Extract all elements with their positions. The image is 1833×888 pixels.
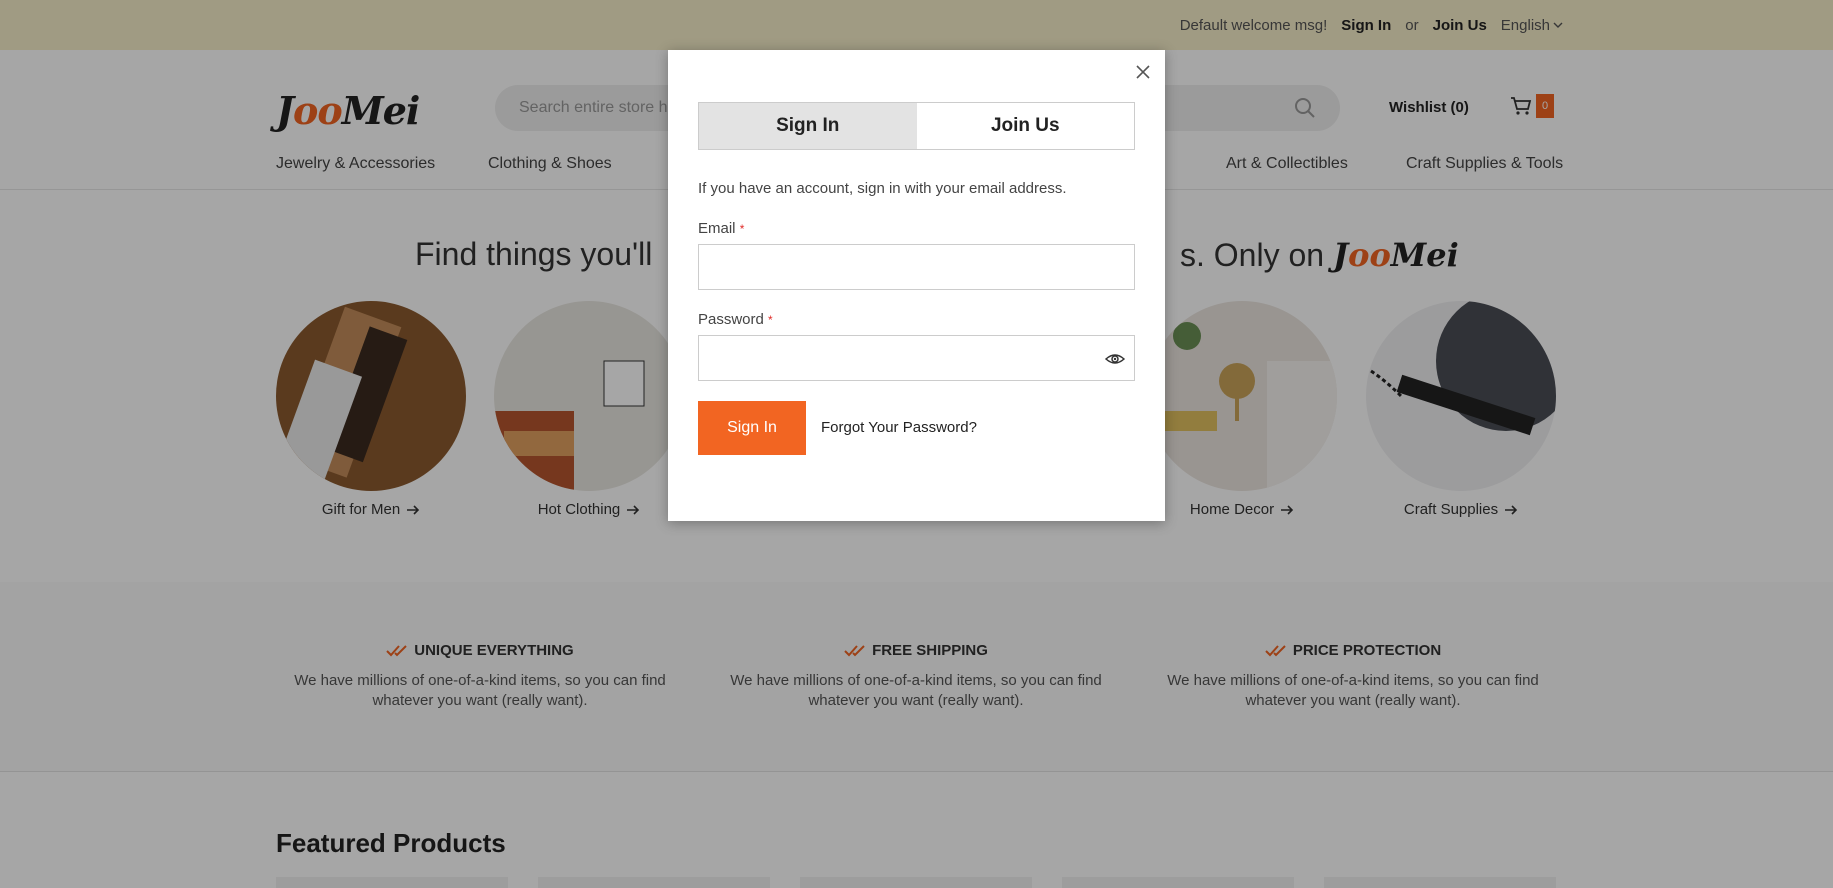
email-label: Email * [698, 220, 744, 237]
auth-tabs: Sign In Join Us [698, 102, 1135, 150]
password-field-wrapper [698, 335, 1135, 381]
close-icon[interactable] [1133, 62, 1153, 82]
forgot-password-link[interactable]: Forgot Your Password? [821, 419, 977, 436]
password-label-text: Password [698, 311, 764, 328]
tab-sign-in[interactable]: Sign In [699, 103, 917, 149]
sign-in-button[interactable]: Sign In [698, 401, 806, 455]
sign-in-modal: Sign In Join Us If you have an account, … [668, 50, 1165, 521]
required-mark: * [768, 313, 773, 327]
tab-join-us[interactable]: Join Us [917, 103, 1135, 149]
email-field-wrapper [698, 244, 1135, 290]
email-field[interactable] [699, 245, 1134, 289]
required-mark: * [739, 222, 745, 236]
sign-in-hint: If you have an account, sign in with you… [698, 180, 1067, 197]
password-label: Password * [698, 311, 773, 328]
eye-icon[interactable] [1104, 348, 1126, 370]
email-label-text: Email [698, 220, 736, 237]
password-field[interactable] [699, 336, 1134, 380]
